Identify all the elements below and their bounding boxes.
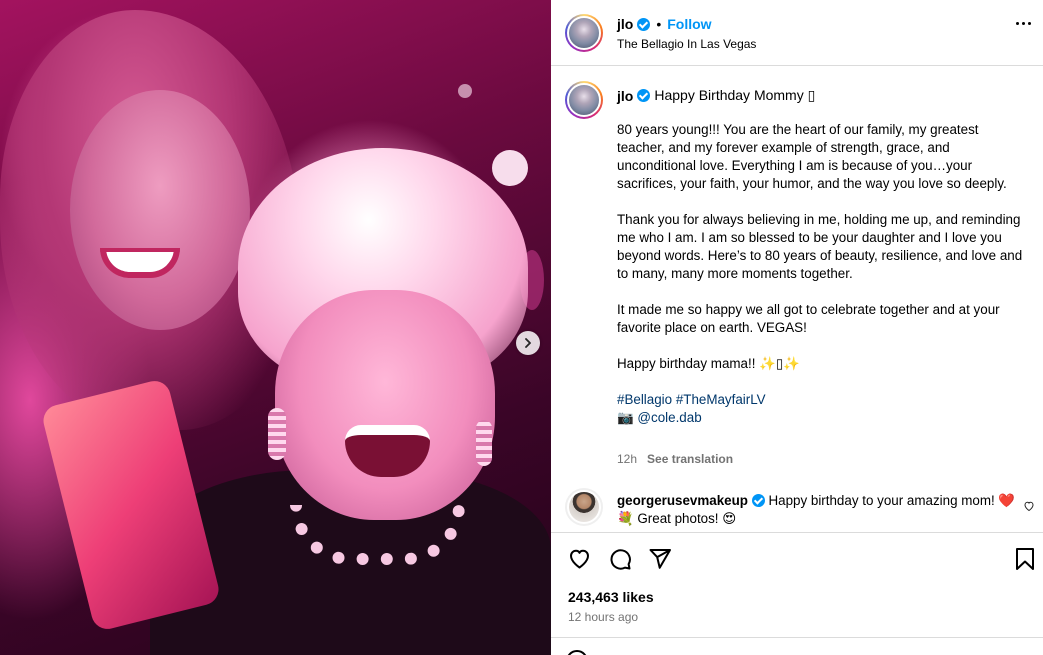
author-username[interactable]: jlo [617, 16, 633, 32]
caption-credit-line: 📷 @cole.dab [617, 409, 1027, 427]
follow-button[interactable]: Follow [667, 16, 711, 32]
caption-meta: 12h See translation [617, 452, 733, 466]
verified-badge-icon [751, 494, 765, 507]
verified-badge-icon [637, 89, 651, 102]
post-location[interactable]: The Bellagio In Las Vegas [617, 37, 756, 51]
photo-bokeh-light [492, 150, 528, 186]
caption-paragraph: 80 years young!!! You are the heart of o… [617, 122, 1007, 191]
author-line: jlo • Follow [617, 16, 712, 32]
photo-earring [268, 408, 286, 460]
caption-first-line: jlo Happy Birthday Mommy ▯ [617, 87, 815, 104]
caption-hashtags-line: #Bellagio #TheMayfairLV [617, 391, 1027, 409]
photo-person-right-face [275, 290, 495, 520]
commenter-avatar[interactable] [565, 488, 603, 526]
see-translation-button[interactable]: See translation [647, 452, 733, 466]
likes-count[interactable]: 243,463 likes [568, 589, 654, 605]
caption-time: 12h [617, 452, 638, 466]
emoji-icon[interactable] [566, 650, 588, 655]
post-header: jlo • Follow The Bellagio In Las Vegas [551, 0, 1043, 66]
caption-body: 80 years young!!! You are the heart of o… [617, 121, 1027, 427]
caption-hashtags[interactable]: #Bellagio #TheMayfairLV [617, 392, 766, 407]
photo-earring [476, 420, 492, 466]
next-image-button[interactable] [516, 331, 540, 355]
comment-like-heart-icon[interactable] [1023, 500, 1035, 512]
send-icon[interactable] [648, 547, 672, 571]
post-photo[interactable] [0, 0, 551, 655]
commenter-username[interactable]: georgerusevmakeup [617, 493, 748, 508]
photo-person-left-face [70, 90, 250, 330]
caption-first-text: Happy Birthday Mommy ▯ [654, 87, 816, 103]
add-comment-bar [551, 637, 1043, 655]
post-details-panel: jlo • Follow The Bellagio In Las Vegas j… [551, 0, 1043, 655]
caption-author-avatar[interactable] [565, 81, 603, 119]
heart-icon[interactable] [567, 547, 592, 571]
photo-bokeh-light [458, 84, 472, 98]
author-avatar[interactable] [565, 14, 603, 52]
post-actions: 243,463 likes 12 hours ago [551, 532, 1043, 638]
verified-badge-icon [637, 17, 651, 31]
bookmark-icon[interactable] [1014, 547, 1036, 571]
camera-icon: 📷 [617, 410, 634, 425]
caption-paragraph: It made me so happy we all got to celebr… [617, 302, 1000, 335]
comment-bubble-icon[interactable] [608, 547, 632, 571]
post-time-ago[interactable]: 12 hours ago [568, 610, 638, 624]
separator-dot: • [656, 16, 662, 32]
more-options-icon[interactable] [1016, 22, 1031, 25]
comment: georgerusevmakeup Happy birthday to your… [617, 492, 1017, 528]
caption-paragraph: Thank you for always believing in me, ho… [617, 212, 1023, 281]
caption-paragraph: Happy birthday mama!! ✨▯✨ [617, 356, 800, 371]
caption-username[interactable]: jlo [617, 88, 633, 104]
chevron-right-icon [525, 338, 531, 348]
photo-credit-mention[interactable]: @cole.dab [637, 410, 701, 425]
